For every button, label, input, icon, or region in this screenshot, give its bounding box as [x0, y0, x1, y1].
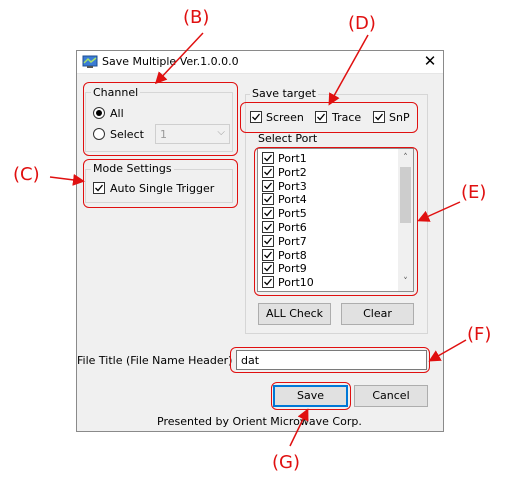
- annotation-label-f: (F): [467, 324, 492, 345]
- annotation-label-g: (G): [272, 452, 300, 473]
- annotation-label-e: (E): [461, 182, 487, 203]
- annotation-label-b: (B): [183, 7, 210, 28]
- annotation-label-d: (D): [348, 13, 376, 34]
- annotation-label-c: (C): [13, 164, 40, 185]
- annotation-arrows: [49, 32, 467, 447]
